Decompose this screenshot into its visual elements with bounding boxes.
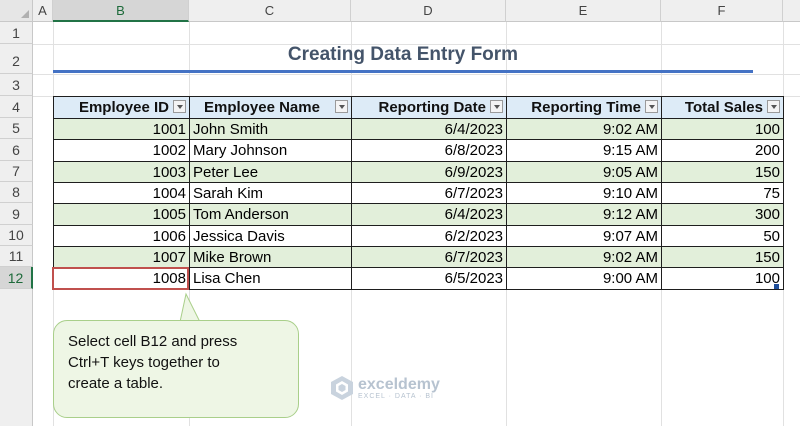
cell-employee-name[interactable]: Mary Johnson	[189, 139, 352, 162]
cell-reporting-date[interactable]: 6/8/2023	[351, 139, 507, 162]
column-header-b[interactable]: B	[53, 0, 189, 22]
cell-employee-name[interactable]: John Smith	[189, 118, 352, 140]
sheet-title: Creating Data Entry Form	[287, 44, 519, 65]
row-header-2[interactable]: 2	[0, 44, 33, 74]
cell-total-sales[interactable]: 150	[661, 246, 784, 268]
header-label: Employee Name	[204, 99, 320, 116]
select-all-corner[interactable]	[0, 0, 33, 22]
column-header-e[interactable]: E	[506, 0, 661, 22]
cell-total-sales[interactable]: 100	[661, 267, 784, 290]
table-row: 1003 Peter Lee 6/9/2023 9:05 AM 150	[53, 161, 784, 183]
column-header-a[interactable]: A	[33, 0, 53, 22]
header-label: Employee ID	[78, 99, 169, 116]
table-row: 1006 Jessica Davis 6/2/2023 9:07 AM 50	[53, 225, 784, 247]
column-header-d[interactable]: D	[351, 0, 506, 22]
filter-dropdown-icon[interactable]	[645, 100, 658, 113]
cell-reporting-time[interactable]: 9:02 AM	[506, 246, 662, 268]
header-total-sales[interactable]: Total Sales	[661, 96, 784, 119]
employee-table: Employee ID Employee Name Reporting Date…	[53, 96, 784, 290]
column-header-f[interactable]: F	[661, 0, 783, 22]
cell-reporting-date[interactable]: 6/7/2023	[351, 246, 507, 268]
row-header-6[interactable]: 6	[0, 139, 33, 161]
callout-line-2: Ctrl+T keys together to	[68, 354, 220, 371]
filter-dropdown-icon[interactable]	[173, 100, 186, 113]
filter-dropdown-icon[interactable]	[767, 100, 780, 113]
select-all-triangle-icon	[21, 10, 29, 18]
row-header-8[interactable]: 8	[0, 182, 33, 203]
cell-employee-name[interactable]: Jessica Davis	[189, 225, 352, 247]
filter-dropdown-icon[interactable]	[335, 100, 348, 113]
cell-reporting-time[interactable]: 9:15 AM	[506, 139, 662, 162]
header-label: Reporting Date	[378, 99, 486, 116]
header-reporting-time[interactable]: Reporting Time	[506, 96, 662, 119]
filter-dropdown-icon[interactable]	[490, 100, 503, 113]
cell-total-sales[interactable]: 100	[661, 118, 784, 140]
cell-employee-name[interactable]: Tom Anderson	[189, 203, 352, 226]
cell-reporting-date[interactable]: 6/7/2023	[351, 182, 507, 204]
cell-employee-name[interactable]: Sarah Kim	[189, 182, 352, 204]
cell-employee-id[interactable]: 1006	[53, 225, 190, 247]
row-header-4[interactable]: 4	[0, 96, 33, 118]
cell-employee-id[interactable]: 1004	[53, 182, 190, 204]
cell-total-sales[interactable]: 200	[661, 139, 784, 162]
header-employee-id[interactable]: Employee ID	[53, 96, 190, 119]
row-header-empty	[0, 289, 33, 426]
exceldemy-watermark: exceldemy EXCEL · DATA · BI	[330, 375, 440, 401]
cell-reporting-time[interactable]: 9:07 AM	[506, 225, 662, 247]
cell-employee-id[interactable]: 1001	[53, 118, 190, 140]
callout-line-1: Select cell B12 and press	[68, 333, 238, 350]
gridline	[33, 74, 800, 75]
table-row: 1004 Sarah Kim 6/7/2023 9:10 AM 75	[53, 182, 784, 204]
row-header-3[interactable]: 3	[0, 74, 33, 96]
cell-reporting-date[interactable]: 6/5/2023	[351, 267, 507, 290]
cell-total-sales[interactable]: 300	[661, 203, 784, 226]
row-header-1[interactable]: 1	[0, 22, 33, 44]
exceldemy-logo-icon	[331, 376, 353, 400]
cell-employee-id[interactable]: 1002	[53, 139, 190, 162]
cell-employee-name[interactable]: Mike Brown	[189, 246, 352, 268]
table-row: 1007 Mike Brown 6/7/2023 9:02 AM 150	[53, 246, 784, 268]
header-label: Total Sales	[684, 99, 763, 116]
table-row: 1001 John Smith 6/4/2023 9:02 AM 100	[53, 118, 784, 140]
header-reporting-date[interactable]: Reporting Date	[351, 96, 507, 119]
column-header-c[interactable]: C	[189, 0, 351, 22]
cell-employee-id[interactable]: 1005	[53, 203, 190, 226]
table-row: 1005 Tom Anderson 6/4/2023 9:12 AM 300	[53, 203, 784, 226]
row-header-12[interactable]: 12	[0, 267, 33, 289]
table-resize-handle[interactable]	[774, 284, 779, 289]
active-cell-b12-highlight[interactable]	[52, 267, 189, 290]
cell-employee-name[interactable]: Peter Lee	[189, 161, 352, 183]
instruction-callout: Select cell B12 and press Ctrl+T keys to…	[53, 320, 299, 418]
column-header-g-partial[interactable]	[783, 0, 800, 22]
table-row: 1002 Mary Johnson 6/8/2023 9:15 AM 200	[53, 139, 784, 162]
cell-reporting-time[interactable]: 9:02 AM	[506, 118, 662, 140]
row-header-7[interactable]: 7	[0, 161, 33, 182]
cell-employee-id[interactable]: 1007	[53, 246, 190, 268]
cell-reporting-date[interactable]: 6/4/2023	[351, 203, 507, 226]
header-label: Reporting Time	[531, 99, 641, 116]
spreadsheet: A B C D E F 1 2 3 4 5 6 7 8 9 10 11 12 C…	[0, 0, 800, 426]
cell-total-sales[interactable]: 150	[661, 161, 784, 183]
cell-employee-id[interactable]: 1003	[53, 161, 190, 183]
watermark-tagline: EXCEL · DATA · BI	[358, 392, 434, 400]
cell-reporting-time[interactable]: 9:00 AM	[506, 267, 662, 290]
callout-line-3: create a table.	[68, 375, 164, 392]
row-header-5[interactable]: 5	[0, 118, 33, 139]
title-underline	[53, 70, 753, 73]
cell-reporting-time[interactable]: 9:10 AM	[506, 182, 662, 204]
row-header-10[interactable]: 10	[0, 225, 33, 246]
cell-total-sales[interactable]: 50	[661, 225, 784, 247]
cell-reporting-date[interactable]: 6/4/2023	[351, 118, 507, 140]
cell-reporting-date[interactable]: 6/2/2023	[351, 225, 507, 247]
watermark-name: exceldemy	[358, 375, 440, 393]
cell-total-sales[interactable]: 75	[661, 182, 784, 204]
cell-reporting-date[interactable]: 6/9/2023	[351, 161, 507, 183]
row-header-11[interactable]: 11	[0, 246, 33, 267]
cell-reporting-time[interactable]: 9:12 AM	[506, 203, 662, 226]
cell-employee-name[interactable]: Lisa Chen	[189, 267, 352, 290]
row-header-9[interactable]: 9	[0, 203, 33, 225]
header-employee-name[interactable]: Employee Name	[189, 96, 352, 119]
cell-reporting-time[interactable]: 9:05 AM	[506, 161, 662, 183]
